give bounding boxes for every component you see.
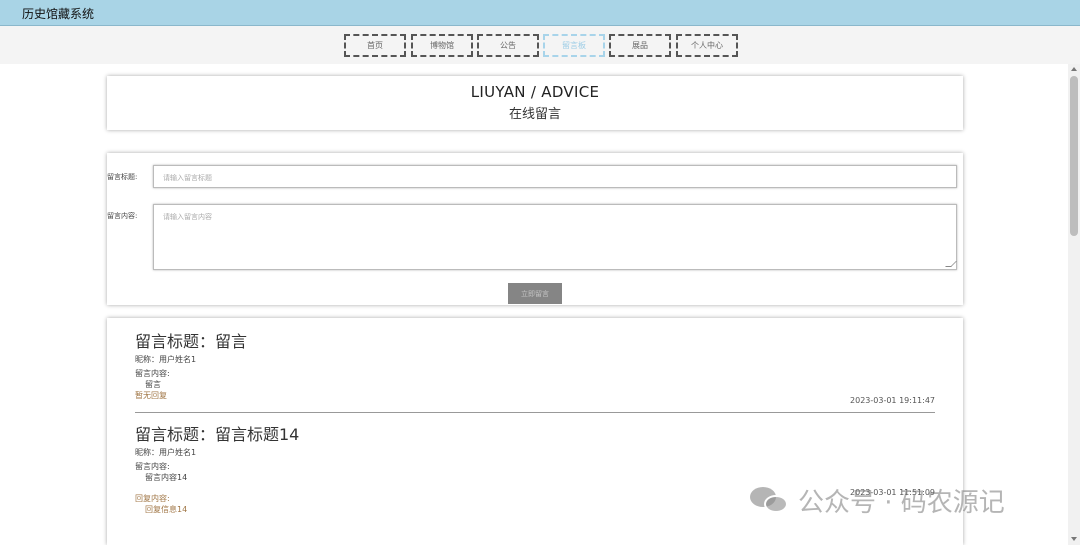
divider — [135, 412, 935, 413]
nav-item-personal-center[interactable]: 个人中心 — [676, 34, 738, 57]
title-label: 留言标题: — [107, 173, 138, 181]
message-nickname: 昵称：用户姓名1 — [135, 355, 197, 364]
watermark-text: 公众号 · 码农源记 — [798, 487, 1005, 518]
nav-item-home[interactable]: 首页 — [344, 34, 406, 57]
scroll-up-icon[interactable] — [1071, 67, 1077, 71]
reply-status: 暂无回复 — [135, 391, 167, 400]
message-form: 留言标题: 请输入留言标题 留言内容: 请输入留言内容 立即留言 — [107, 153, 963, 305]
content-placeholder: 请输入留言内容 — [163, 213, 212, 221]
app-title: 历史馆藏系统 — [22, 7, 95, 21]
scroll-thumb[interactable] — [1070, 76, 1078, 236]
nav-item-announcement[interactable]: 公告 — [477, 34, 539, 57]
message-content-textarea[interactable]: 请输入留言内容 — [153, 204, 957, 270]
watermark: 公众号 · 码农源记 — [750, 480, 1005, 520]
message-content: 留言 — [145, 380, 161, 389]
list-item: 留言标题：留言 昵称：用户姓名1 留言内容: 留言 暂无回复 2023-03-0… — [135, 328, 935, 405]
top-bar: 历史馆藏系统 — [0, 0, 1080, 26]
message-title: 留言标题：留言 — [135, 332, 248, 351]
page-header-card: LIUYAN / ADVICE 在线留言 — [107, 76, 963, 130]
message-content-label: 留言内容: — [135, 462, 170, 471]
resize-handle-icon[interactable] — [945, 261, 957, 267]
content-label: 留言内容: — [107, 212, 138, 220]
message-title-input[interactable]: 请输入留言标题 — [153, 165, 957, 188]
scroll-down-icon[interactable] — [1071, 537, 1077, 541]
message-nickname: 昵称：用户姓名1 — [135, 448, 197, 457]
message-content-label: 留言内容: — [135, 369, 170, 378]
page-scrollbar[interactable] — [1068, 64, 1080, 545]
page-title-en: LIUYAN / ADVICE — [470, 83, 600, 101]
message-title: 留言标题：留言标题14 — [135, 425, 300, 444]
message-date: 2023-03-01 19:11:47 — [850, 396, 935, 405]
nav-bar: 首页 博物馆 公告 留言板 展品 个人中心 — [0, 26, 1080, 64]
page-title-cn: 在线留言 — [508, 107, 561, 122]
nav-item-museum[interactable]: 博物馆 — [411, 34, 473, 57]
submit-message-button[interactable]: 立即留言 — [508, 283, 562, 304]
nav-item-message-board[interactable]: 留言板 — [543, 34, 605, 57]
wechat-icon — [750, 485, 788, 515]
nav-item-exhibits[interactable]: 展品 — [609, 34, 671, 57]
